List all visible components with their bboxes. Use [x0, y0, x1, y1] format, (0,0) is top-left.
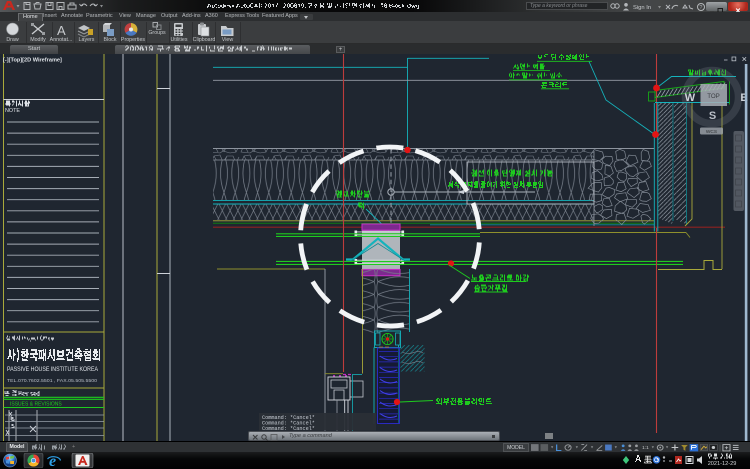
svg-text:S: S	[709, 110, 716, 122]
svg-text:1:1: 1:1	[642, 445, 649, 450]
svg-text:[-][Top][2D Wireframe]: [-][Top][2D Wireframe]	[3, 58, 62, 64]
svg-text:TOP: TOP	[707, 93, 720, 100]
svg-text:NOTE: NOTE	[5, 108, 20, 114]
svg-text:PASSIVE HOUSE INSTITUTE KOREA: PASSIVE HOUSE INSTITUTE KOREA	[7, 366, 99, 373]
svg-text:?: ?	[699, 5, 702, 11]
svg-text:e: e	[49, 453, 56, 468]
svg-text:TEL.070.7602.5501 , FAX.05.5: TEL.070.7602.5501 , FAX.05.505.5500	[7, 378, 98, 383]
svg-text:W: W	[685, 92, 696, 104]
svg-text:A: A	[57, 23, 66, 38]
svg-text:Sign In: Sign In	[633, 5, 651, 11]
svg-text:ISSUES & REVISIONS: ISSUES & REVISIONS	[10, 402, 62, 408]
svg-text:WCS: WCS	[706, 129, 717, 135]
